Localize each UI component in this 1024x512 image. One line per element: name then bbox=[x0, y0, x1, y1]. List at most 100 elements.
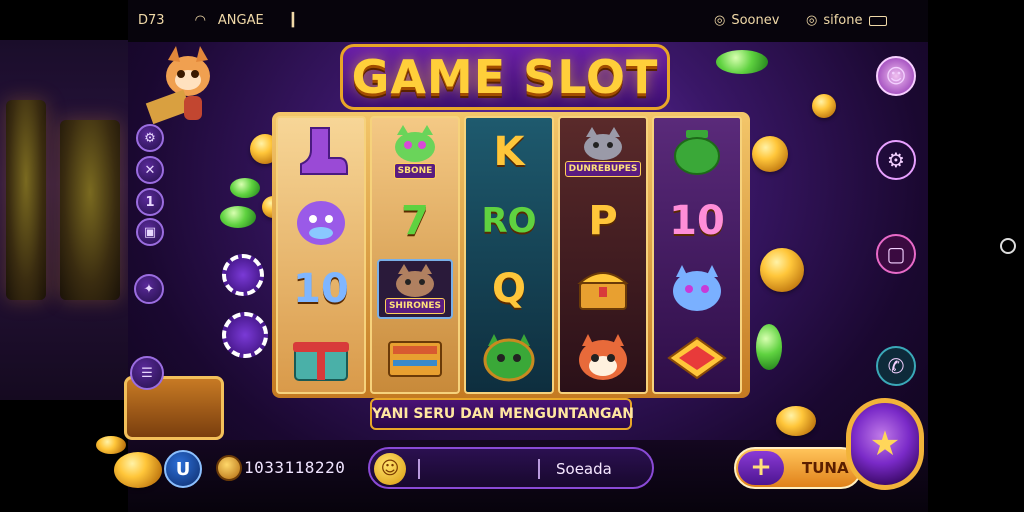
reel-symbol bbox=[659, 328, 735, 388]
lock-icon[interactable]: ▣ bbox=[136, 218, 164, 246]
reel-1: 10 bbox=[276, 116, 366, 394]
cat-badge-icon bbox=[396, 264, 434, 298]
reel-4: DUNREBUPES P bbox=[558, 116, 648, 394]
tagline-banner: YANI SERU DAN MENGUNTANGAN bbox=[370, 398, 634, 430]
symbol-label: SHIRONES bbox=[384, 298, 446, 315]
coin-icon bbox=[96, 436, 126, 454]
profile-avatar-icon[interactable]: ☺ bbox=[876, 56, 916, 96]
leaf-gem-icon bbox=[230, 178, 260, 198]
gear-icon[interactable]: ⚙ bbox=[876, 140, 916, 180]
reel-symbol: 10 bbox=[283, 259, 359, 319]
purple-creature-icon bbox=[297, 200, 345, 245]
fox-mascot-icon bbox=[145, 46, 210, 124]
red-cat-icon bbox=[579, 333, 627, 380]
arcade-background bbox=[0, 40, 128, 400]
reel-symbol bbox=[565, 328, 641, 388]
symbol-seven: 7 bbox=[401, 197, 429, 244]
symbol-ten: 10 bbox=[669, 197, 725, 244]
smiley-icon: ☺ bbox=[374, 453, 406, 485]
coin-stack-icon bbox=[114, 452, 162, 488]
settings-icon[interactable]: ⚙ bbox=[136, 124, 164, 152]
poker-chip-icon bbox=[222, 312, 268, 358]
blue-cat-icon bbox=[673, 265, 721, 312]
status-network-label: sifone bbox=[823, 13, 863, 28]
leaf-gem-icon bbox=[716, 50, 768, 74]
slot-cabinet bbox=[6, 100, 46, 300]
system-dot-icon bbox=[1000, 238, 1016, 254]
headset-icon[interactable]: ✆ bbox=[876, 346, 916, 386]
green-cat-icon bbox=[483, 333, 535, 382]
reel-symbol bbox=[377, 328, 453, 388]
symbol-label: DUNREBUPES bbox=[564, 161, 642, 178]
cat-icon bbox=[395, 125, 435, 163]
bet-label: Soeada bbox=[556, 460, 612, 478]
bet-field[interactable]: ☺ Soeada bbox=[368, 447, 654, 489]
symbol-p: P bbox=[588, 197, 618, 244]
currency-button[interactable]: U bbox=[164, 450, 202, 488]
symbol-q: Q bbox=[491, 266, 526, 313]
chat-icon[interactable]: ▢ bbox=[876, 234, 916, 274]
reel-symbol bbox=[659, 259, 735, 319]
status-bar: D73 ◠ ANGAE ▎ ◎ Soonev ◎ sifone bbox=[128, 0, 928, 42]
reel-symbol bbox=[659, 122, 735, 182]
reel-symbol: RO bbox=[471, 191, 547, 251]
battery-icon bbox=[868, 15, 887, 26]
reel-symbol bbox=[471, 328, 547, 388]
slot-cabinet bbox=[60, 120, 120, 300]
reel-2: SBONE 7 SHIRONES bbox=[370, 116, 460, 394]
signal-icon: ▎ bbox=[291, 13, 302, 28]
symbol-label: SBONE bbox=[393, 163, 437, 180]
reel-symbol bbox=[565, 259, 641, 319]
reel-5: 10 bbox=[652, 116, 742, 394]
leaf-gem-icon bbox=[220, 206, 256, 228]
timer-icon: ◎ bbox=[806, 13, 818, 28]
credit-balance: 1033118220 bbox=[244, 458, 346, 477]
reel-symbol bbox=[283, 122, 359, 182]
leaf-gem-icon bbox=[756, 324, 782, 370]
clock-icon: ◎ bbox=[714, 13, 726, 28]
treasure-chest-icon bbox=[577, 272, 629, 311]
game-title: GAME SLOT bbox=[340, 44, 670, 110]
big-coin-icon: ★ bbox=[846, 398, 924, 490]
gift-box-icon bbox=[293, 341, 349, 381]
symbol-k: K bbox=[493, 129, 525, 176]
coin-icon bbox=[752, 136, 788, 172]
reel-symbol: SBONE bbox=[377, 122, 453, 182]
reel-symbol: 10 bbox=[659, 191, 735, 251]
bonus-icon[interactable]: ✦ bbox=[134, 274, 164, 304]
menu-badge-icon[interactable]: ☰ bbox=[130, 356, 164, 390]
status-signal-label: Soonev bbox=[731, 13, 780, 28]
reel-symbol bbox=[283, 328, 359, 388]
plus-button[interactable]: + bbox=[738, 451, 784, 485]
x-icon[interactable]: ✕ bbox=[136, 156, 164, 184]
reel-symbol: 7 bbox=[377, 191, 453, 251]
spin-button[interactable]: + TUNA bbox=[734, 447, 862, 489]
symbol-ten: 10 bbox=[293, 266, 349, 313]
reel-3: K RO Q bbox=[464, 116, 554, 394]
reel-symbol: SHIRONES bbox=[377, 259, 453, 320]
reel-board: 10 SBONE 7 SHIRONES K RO Q DUNREBUPES P bbox=[272, 112, 750, 398]
reel-symbol: K bbox=[471, 122, 547, 182]
book-icon bbox=[388, 340, 442, 377]
status-time: D73 bbox=[138, 13, 165, 28]
divider bbox=[538, 459, 540, 479]
wifi-icon: ◠ bbox=[194, 13, 206, 28]
poker-chip-icon bbox=[222, 254, 264, 296]
cat-badge-icon bbox=[584, 127, 622, 161]
reel-symbol bbox=[283, 191, 359, 251]
status-carrier: ANGAE bbox=[217, 13, 264, 28]
reel-symbol: Q bbox=[471, 259, 547, 319]
reel-symbol: P bbox=[565, 191, 641, 251]
divider bbox=[418, 459, 420, 479]
reel-symbol: DUNREBUPES bbox=[564, 122, 642, 182]
coin-icon bbox=[812, 94, 836, 118]
red-gem-plate-icon bbox=[667, 336, 727, 379]
coin-icon bbox=[216, 455, 242, 481]
green-pot-icon bbox=[674, 130, 720, 176]
boot-icon bbox=[300, 127, 348, 176]
spin-label: TUNA bbox=[802, 459, 849, 477]
number-one-icon[interactable]: 1 bbox=[136, 188, 164, 216]
coin-icon bbox=[776, 406, 816, 436]
coin-icon bbox=[760, 248, 804, 292]
symbol-ro: RO bbox=[481, 200, 537, 241]
